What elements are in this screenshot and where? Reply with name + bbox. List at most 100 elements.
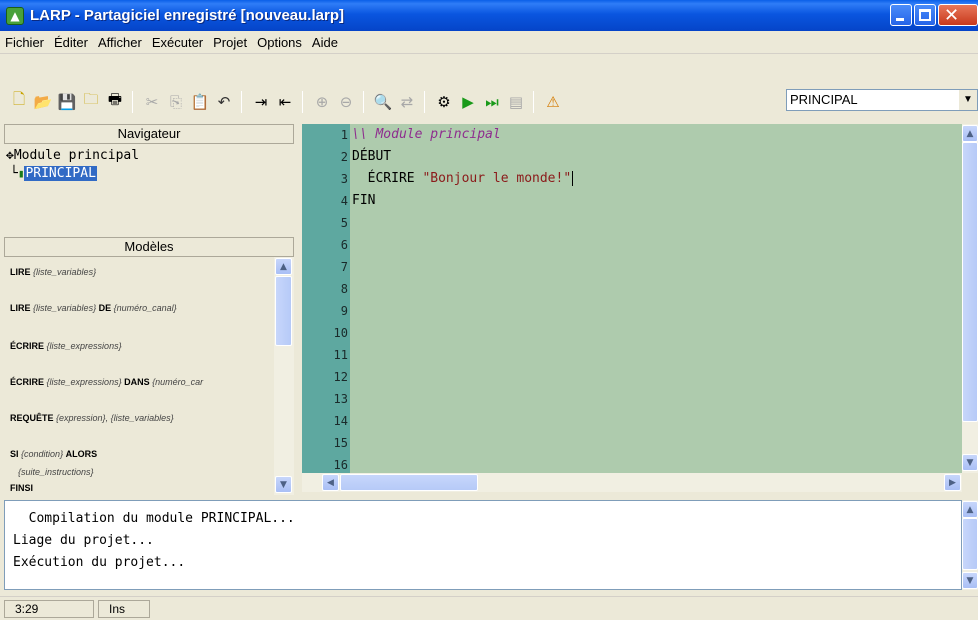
menu-executer[interactable]: Exécuter [147,35,208,50]
replace-icon[interactable]: ⇄ [396,91,418,113]
scroll-thumb[interactable] [275,276,292,346]
model-item-continued[interactable]: {suite_instructions} [18,467,94,477]
code-line: ÉCRIRE "Bonjour le monde!" [352,171,574,186]
line-number: 14 [333,414,348,428]
paste-icon[interactable]: 📋 [189,91,211,113]
scroll-thumb[interactable] [962,518,978,570]
menu-aide[interactable]: Aide [307,35,343,50]
toolbar-separator [132,90,133,113]
scroll-up-icon[interactable]: ▲ [962,501,978,518]
tree-root-label: Module principal [13,148,140,163]
line-number: 7 [340,260,348,274]
menu-fichier[interactable]: Fichier [0,35,49,50]
larp-app-icon[interactable]: ▲ [6,6,24,25]
scroll-left-icon[interactable]: ◀ [322,474,339,491]
model-item-continued[interactable]: FINSI [10,483,33,493]
navigator-tree: ✥Module principal └▮PRINCIPAL [4,144,294,237]
code-comment: \\ Module principal [352,127,501,142]
editor-vertical-scrollbar[interactable]: ▲ ▼ [962,124,978,473]
output-line: Compilation du module PRINCIPAL... [13,511,295,526]
model-item[interactable]: ÉCRIRE {liste_expressions} DANS {numéro_… [10,377,203,387]
outdent-icon[interactable]: ⇤ [274,91,296,113]
find-icon[interactable]: 🔍 [372,91,394,113]
zoom-in-icon[interactable]: ⊕ [311,91,333,113]
tree-item-label: PRINCIPAL [24,166,97,181]
code-line: DÉBUT [352,149,392,164]
scroll-down-icon[interactable]: ▼ [962,572,978,589]
status-bar: 3:29 Ins [0,596,978,620]
scroll-down-icon[interactable]: ▼ [275,476,292,493]
output-line: Liage du projet... [13,533,154,548]
output-scrollbar[interactable]: ▲ ▼ [962,500,978,590]
tree-root[interactable]: ✥Module principal [6,148,139,163]
models-list: LIRE {liste_variables} LIRE {liste_varia… [4,257,274,495]
line-number: 11 [333,348,348,362]
print-icon[interactable]: 🖶 [104,90,126,113]
model-item[interactable]: SI {condition} ALORS [10,449,97,459]
menu-editer[interactable]: Éditer [49,35,93,50]
open-folder-icon[interactable]: 🗀 [80,90,102,113]
save-icon[interactable]: 💾 [56,91,78,113]
minimize-button[interactable] [890,4,912,26]
module-select-value: PRINCIPAL [790,92,858,107]
new-file-icon[interactable]: 🗋 [8,90,30,113]
close-button[interactable]: ✕ [938,4,978,26]
text-cursor [572,171,574,186]
help-icon[interactable]: ⚠ [542,91,564,113]
line-number: 12 [333,370,348,384]
scroll-thumb[interactable] [340,474,478,491]
editor-horizontal-scrollbar[interactable]: ◀ ▶ [302,473,962,492]
line-number: 1 [340,128,348,142]
toolbar-separator [241,90,242,113]
line-number: 8 [340,282,348,296]
models-scrollbar[interactable]: ▲ ▼ [274,257,294,495]
line-number: 4 [340,194,348,208]
line-number: 16 [333,458,348,472]
menu-afficher[interactable]: Afficher [93,35,147,50]
toolbar-separator [424,90,425,113]
menu-projet[interactable]: Projet [208,35,252,50]
cut-icon[interactable]: ✂ [141,91,163,113]
step-icon[interactable]: ⏭ [481,91,503,113]
output-panel[interactable]: Compilation du module PRINCIPAL... Liage… [4,500,962,590]
output-icon[interactable]: ▤ [505,91,527,113]
zoom-out-icon[interactable]: ⊖ [335,91,357,113]
scroll-up-icon[interactable]: ▲ [962,125,978,142]
chevron-down-icon[interactable]: ▼ [959,90,977,110]
indent-icon[interactable]: ⇥ [250,91,272,113]
title-bar[interactable]: ▲ LARP - Partagiciel enregistré [nouveau… [0,0,978,31]
menu-bar: Fichier Éditer Afficher Exécuter Projet … [0,31,978,54]
insert-mode: Ins [98,600,150,618]
window-title: LARP - Partagiciel enregistré [nouveau.l… [30,7,344,24]
expand-icon[interactable]: ✥ [6,148,14,163]
model-item[interactable]: REQUÊTE {expression}, {liste_variables} [10,413,174,423]
maximize-button[interactable] [914,4,936,26]
tree-branch-icon: └ [10,166,18,181]
line-number: 10 [333,326,348,340]
model-item[interactable]: ÉCRIRE {liste_expressions} [10,341,122,351]
models-header: Modèles [4,237,294,257]
undo-icon[interactable]: ↶ [213,91,235,113]
scroll-thumb[interactable] [962,142,978,422]
navigator-header: Navigateur [4,124,294,144]
toolbar-separator [533,90,534,113]
close-icon: ✕ [944,5,960,26]
output-line: Exécution du projet... [13,555,186,570]
scroll-down-icon[interactable]: ▼ [962,454,978,471]
scroll-up-icon[interactable]: ▲ [275,258,292,275]
line-number: 6 [340,238,348,252]
tree-item-principal[interactable]: └▮PRINCIPAL [10,166,97,181]
module-select[interactable]: PRINCIPAL ▼ [786,89,978,111]
code-string: "Bonjour le monde!" [422,171,572,186]
open-project-icon[interactable]: 📂 [32,91,54,113]
menu-options[interactable]: Options [252,35,307,50]
model-item[interactable]: LIRE {liste_variables} [10,267,96,277]
line-number: 3 [340,172,348,186]
copy-icon[interactable]: ⎘ [165,91,187,113]
scroll-right-icon[interactable]: ▶ [944,474,961,491]
code-line: FIN [352,193,376,208]
compile-icon[interactable]: ⚙ [433,91,455,113]
line-number: 13 [333,392,348,406]
model-item[interactable]: LIRE {liste_variables} DE {numéro_canal} [10,303,177,313]
run-icon[interactable]: ▶ [457,91,479,113]
